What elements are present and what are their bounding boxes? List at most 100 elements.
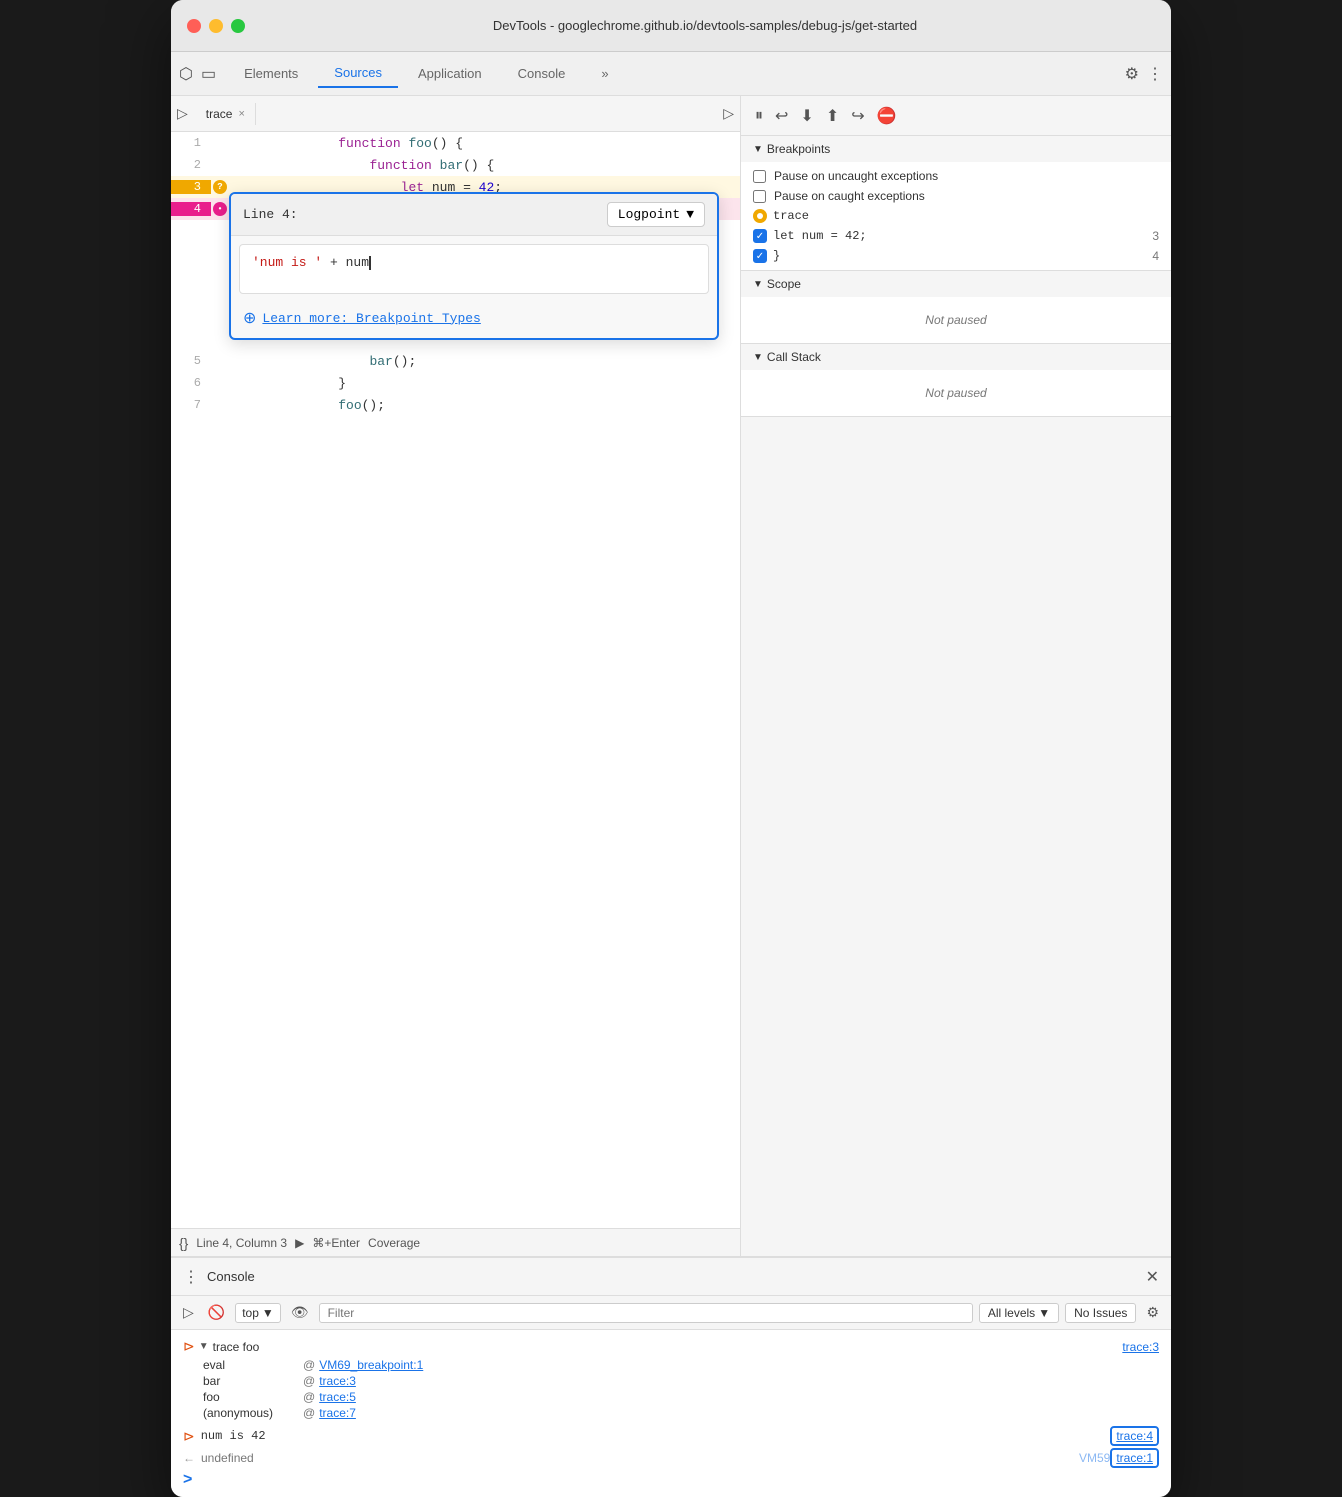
main-content: ▷ trace × ▷ 1 function foo() { bbox=[171, 96, 1171, 1256]
callstack-not-paused: Not paused bbox=[741, 374, 1171, 412]
tab-elements[interactable]: Elements bbox=[228, 60, 314, 87]
console-prompt[interactable]: > bbox=[171, 1467, 1171, 1493]
console-trace-group: ⊳ ▼ trace foo trace:3 eval @ VM69_breakp… bbox=[171, 1334, 1171, 1423]
trace-eval-link[interactable]: VM69_breakpoint:1 bbox=[319, 1358, 423, 1372]
breakpoints-content: Pause on uncaught exceptions Pause on ca… bbox=[741, 162, 1171, 270]
console-eye-icon[interactable]: 👁 bbox=[287, 1302, 313, 1323]
callstack-title: Call Stack bbox=[767, 350, 821, 364]
settings-icon[interactable]: ⚙ bbox=[1125, 64, 1139, 84]
tab-sources[interactable]: Sources bbox=[318, 59, 398, 88]
scope-not-paused: Not paused bbox=[741, 301, 1171, 339]
trace-expand-icon[interactable]: ⊳ bbox=[183, 1338, 195, 1355]
logpoint-dialog: Line 4: Logpoint ▼ 'num is ' + num bbox=[229, 192, 719, 340]
logpoint-input-area[interactable]: 'num is ' + num bbox=[239, 244, 709, 294]
breakpoints-header[interactable]: ▼ Breakpoints bbox=[741, 136, 1171, 162]
pause-button[interactable]: ⏸ bbox=[753, 105, 765, 127]
bp-let-num-label: let num = 42; bbox=[773, 229, 1146, 243]
trace-bar-link[interactable]: trace:3 bbox=[319, 1374, 356, 1388]
scope-section: ▼ Scope Not paused bbox=[741, 271, 1171, 344]
bp-checkbox-icon-2[interactable]: ✓ bbox=[753, 249, 767, 263]
all-levels-arrow: ▼ bbox=[1038, 1306, 1050, 1320]
all-levels-dropdown[interactable]: All levels ▼ bbox=[979, 1303, 1059, 1323]
trace-arrow-icon: ▼ bbox=[199, 1341, 209, 1352]
undefined-trace1-link[interactable]: trace:1 bbox=[1110, 1448, 1159, 1468]
dropdown-arrow-icon: ▼ bbox=[686, 207, 694, 222]
trace-anon-link[interactable]: trace:7 bbox=[319, 1406, 356, 1420]
callstack-section: ▼ Call Stack Not paused bbox=[741, 344, 1171, 417]
coverage-label[interactable]: Coverage bbox=[368, 1236, 420, 1250]
curly-braces-icon: {} bbox=[179, 1235, 188, 1251]
breakpoints-arrow: ▼ bbox=[753, 144, 763, 155]
callstack-header[interactable]: ▼ Call Stack bbox=[741, 344, 1171, 370]
file-tab-close[interactable]: × bbox=[238, 108, 244, 120]
no-issues-button[interactable]: No Issues bbox=[1065, 1303, 1136, 1323]
pause-caught-checkbox[interactable] bbox=[753, 190, 766, 203]
scope-arrow: ▼ bbox=[753, 279, 763, 290]
maximize-button[interactable] bbox=[231, 19, 245, 33]
logpoint-type-dropdown[interactable]: Logpoint ▼ bbox=[607, 202, 705, 227]
deactivate-button[interactable]: ⛔ bbox=[875, 104, 899, 128]
trace-row-foo: foo @ trace:5 bbox=[183, 1389, 1159, 1405]
window-title: DevTools - googlechrome.github.io/devtoo… bbox=[255, 18, 1155, 33]
close-button[interactable] bbox=[187, 19, 201, 33]
trace-foo-link[interactable]: trace:5 bbox=[319, 1390, 356, 1404]
callstack-content: Not paused bbox=[741, 370, 1171, 416]
console-no-entry-icon[interactable]: 🚫 bbox=[204, 1302, 229, 1323]
run-icon[interactable]: ▶ bbox=[295, 1236, 304, 1250]
run-label: ⌘+Enter bbox=[312, 1236, 360, 1250]
console-settings-icon[interactable]: ⚙ bbox=[1142, 1302, 1163, 1323]
console-dots-icon: ⋮ bbox=[183, 1267, 199, 1287]
breakpoints-title: Breakpoints bbox=[767, 142, 830, 156]
scope-header[interactable]: ▼ Scope bbox=[741, 271, 1171, 297]
bp-orange-icon bbox=[753, 209, 767, 223]
pause-caught-label: Pause on caught exceptions bbox=[774, 189, 925, 203]
learn-more-link[interactable]: Learn more: Breakpoint Types bbox=[262, 311, 480, 326]
pause-uncaught-row: Pause on uncaught exceptions bbox=[741, 166, 1171, 186]
cursor-icon[interactable]: ⬡ bbox=[179, 64, 193, 84]
bp-checkbox-icon-1[interactable]: ✓ bbox=[753, 229, 767, 243]
console-result-num: ⊳ num is 42 trace:4 bbox=[171, 1423, 1171, 1449]
result-trace4-link[interactable]: trace:4 bbox=[1110, 1426, 1159, 1446]
traffic-lights bbox=[187, 19, 245, 33]
panel-toggle-icon[interactable]: ▷ bbox=[177, 105, 188, 122]
step-over-button[interactable]: ↩ bbox=[773, 104, 790, 128]
file-tab-right-icon[interactable]: ▷ bbox=[723, 105, 734, 122]
top-dropdown[interactable]: top ▼ bbox=[235, 1303, 281, 1323]
console-output: ⊳ ▼ trace foo trace:3 eval @ VM69_breakp… bbox=[171, 1330, 1171, 1497]
tab-bar: ⬡ ▭ Elements Sources Application Console… bbox=[171, 52, 1171, 96]
tab-application[interactable]: Application bbox=[402, 60, 498, 87]
step-button[interactable]: ↪ bbox=[849, 104, 866, 128]
more-icon[interactable]: ⋮ bbox=[1147, 64, 1163, 84]
breakpoint-question-3[interactable]: ? bbox=[213, 180, 227, 194]
pause-uncaught-checkbox[interactable] bbox=[753, 170, 766, 183]
console-section: ⋮ Console ✕ ▷ 🚫 top ▼ 👁 All levels ▼ No … bbox=[171, 1256, 1171, 1497]
title-bar: DevTools - googlechrome.github.io/devtoo… bbox=[171, 0, 1171, 52]
file-tabs: ▷ trace × ▷ bbox=[171, 96, 740, 132]
minimize-button[interactable] bbox=[209, 19, 223, 33]
undefined-link[interactable]: VM59trace:1 bbox=[1079, 1451, 1159, 1465]
console-panel-toggle[interactable]: ▷ bbox=[179, 1302, 198, 1323]
breakpoint-dot-4[interactable]: • bbox=[213, 202, 227, 216]
trace-foo-label: foo bbox=[203, 1390, 303, 1404]
tab-console[interactable]: Console bbox=[502, 60, 582, 87]
console-header: ⋮ Console ✕ bbox=[171, 1258, 1171, 1296]
tab-bar-right: ⚙ ⋮ bbox=[1125, 64, 1163, 84]
top-label: top bbox=[242, 1306, 259, 1320]
console-close-button[interactable]: ✕ bbox=[1146, 1267, 1159, 1287]
result-num-text: num is 42 bbox=[201, 1429, 266, 1443]
device-icon[interactable]: ▭ bbox=[201, 64, 216, 84]
trace-link[interactable]: trace:3 bbox=[1122, 1340, 1159, 1354]
breakpoint-let-num: ✓ let num = 42; 3 bbox=[741, 226, 1171, 246]
step-into-button[interactable]: ⬇ bbox=[798, 104, 815, 128]
tab-more[interactable]: » bbox=[585, 60, 624, 87]
file-tab-trace[interactable]: trace × bbox=[196, 103, 256, 125]
code-area: 1 function foo() { 2 function bar() { bbox=[171, 132, 740, 1228]
step-out-button[interactable]: ⬆ bbox=[824, 104, 841, 128]
tab-bar-tools: ⬡ ▭ bbox=[179, 64, 216, 84]
trace-row-anonymous: (anonymous) @ trace:7 bbox=[183, 1405, 1159, 1421]
trace-row-eval: eval @ VM69_breakpoint:1 bbox=[183, 1357, 1159, 1373]
learn-more-icon: ⊕ bbox=[243, 308, 256, 328]
console-filter-input[interactable] bbox=[319, 1303, 973, 1323]
scope-title: Scope bbox=[767, 277, 801, 291]
trace-header: ⊳ ▼ trace foo trace:3 bbox=[183, 1336, 1159, 1357]
